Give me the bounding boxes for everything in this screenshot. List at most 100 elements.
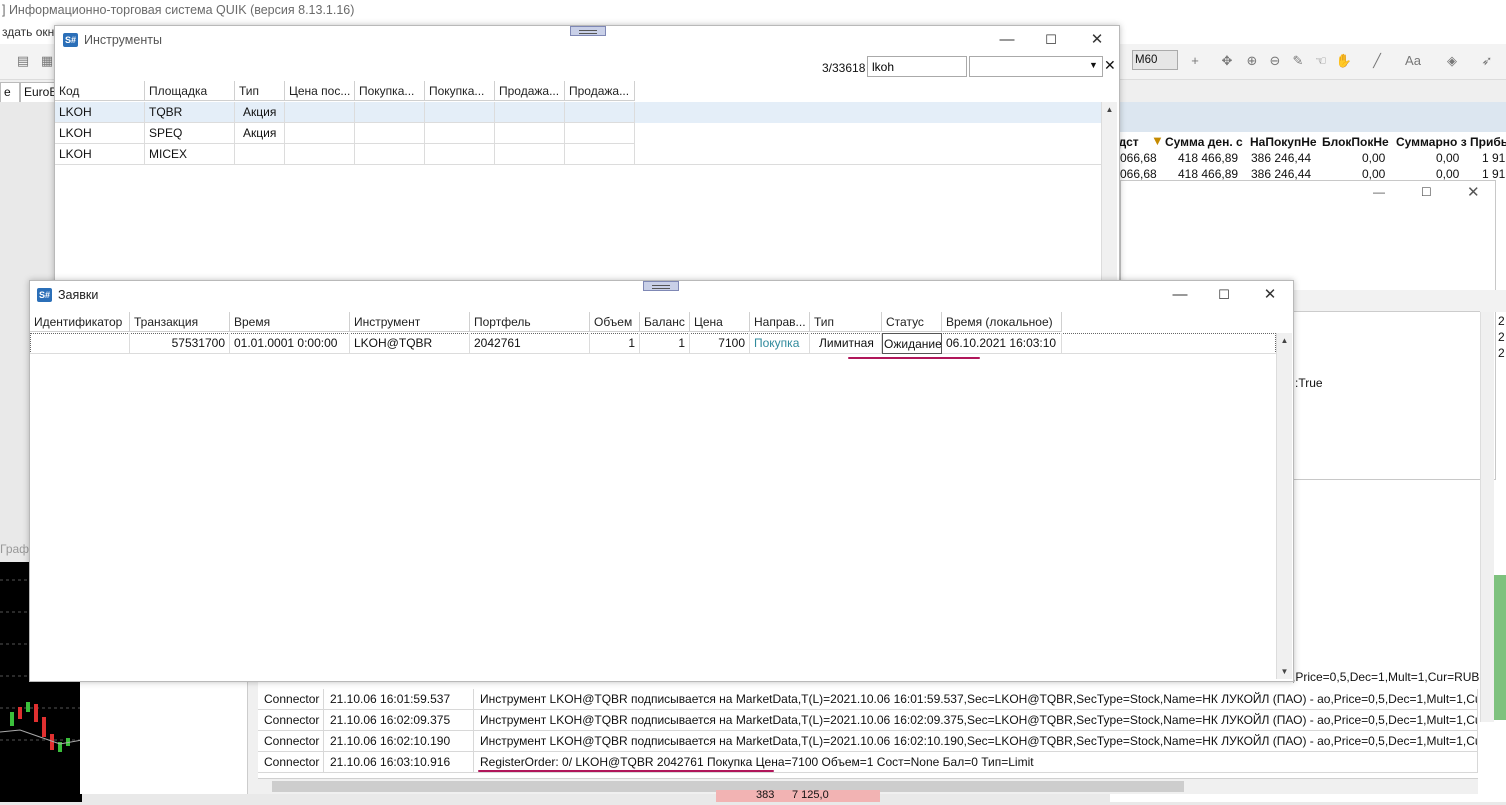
col-header[interactable]: Статус [882,312,942,332]
table-cell[interactable] [495,144,565,165]
local-time-cell[interactable]: 06.10.2021 16:03:10 [942,333,1062,354]
col-header[interactable]: Покупка... [425,81,495,101]
col-header[interactable]: Баланс [640,312,690,332]
maximize-icon[interactable]: ☐ [1421,185,1432,199]
table-cell[interactable] [355,102,425,123]
table-cell[interactable] [425,144,495,165]
col-header[interactable]: Покупка... [355,81,425,101]
close-icon[interactable]: ✕ [1467,183,1480,201]
table-cell[interactable] [285,123,355,144]
filter-combobox[interactable] [969,56,1103,77]
zoom-in-icon[interactable]: ⊕ [1243,52,1261,70]
search-input[interactable] [867,56,967,77]
orders-title-bar[interactable]: S# Заявки — ☐ ✕ [30,281,1293,309]
table-cell[interactable] [565,123,635,144]
dock-grip[interactable] [570,26,606,36]
table-cell[interactable] [425,102,495,123]
chevron-down-icon[interactable]: ▼ [1089,60,1098,70]
col-header[interactable]: Направ... [750,312,810,332]
instruments-window[interactable]: S# Инструменты — ☐ ✕ 3/33618 ▼ ✕ Код Пло… [54,25,1120,287]
scroll-up-icon[interactable]: ▲ [1279,336,1290,346]
instruments-scrollbar[interactable]: ▲ [1101,102,1117,282]
table-cell[interactable] [30,333,130,354]
status-cell[interactable]: Ожидание [882,333,942,354]
scroll-down-icon[interactable]: ▼ [1279,667,1290,677]
hand-icon[interactable]: ☜ [1312,52,1330,70]
quik-tab-0[interactable]: е [0,82,20,102]
col-header[interactable]: Тип [810,312,882,332]
volume-cell[interactable]: 1 [590,333,640,354]
chart-icon[interactable]: ▤ [14,52,32,70]
instruments-title-bar[interactable]: S# Инструменты — ☐ ✕ [55,26,1119,54]
table-cell[interactable]: TQBR [145,102,235,123]
col-header[interactable]: Объем [590,312,640,332]
grab-icon[interactable]: ✋ [1335,52,1353,70]
table-cell[interactable] [355,123,425,144]
maximize-icon[interactable]: ☐ [1212,285,1236,305]
zoom-out-icon[interactable]: ⊖ [1266,52,1284,70]
col-header[interactable]: Продажа... [495,81,565,101]
table-cell[interactable] [565,102,635,123]
bg-cell: 418 466,89 [1178,151,1239,165]
table-cell[interactable]: LKOH [55,144,145,165]
type-cell[interactable]: Лимитная [810,333,882,354]
col-header[interactable]: Время (локальное) [942,312,1062,332]
col-header[interactable]: Тип [235,81,285,101]
instrument-cell[interactable]: LKOH@TQBR [350,333,470,354]
close-icon[interactable]: ✕ [1085,30,1109,50]
col-header[interactable]: Код [55,81,145,101]
minimize-icon[interactable]: — [995,30,1019,50]
table-cell[interactable] [285,144,355,165]
orders-scrollbar[interactable]: ▲ ▼ [1276,333,1292,679]
table-cell[interactable]: SPEQ [145,123,235,144]
timeframe-select[interactable]: M60 [1132,50,1178,70]
col-header[interactable]: Время [230,312,350,332]
time-cell[interactable]: 01.01.0001 0:00:00 [230,333,350,354]
line-tool-icon[interactable]: ╱ [1368,52,1386,70]
col-header[interactable]: Инструмент [350,312,470,332]
fill-tool-icon[interactable]: ◈ [1443,52,1461,70]
col-header[interactable]: Цена пос... [285,81,355,101]
close-icon[interactable]: ✕ [1258,285,1282,305]
bg-scrollbar[interactable] [1480,312,1494,722]
col-header[interactable]: Площадка [145,81,235,101]
direction-cell[interactable]: Покупка [750,333,810,354]
move-icon[interactable]: ✥ [1218,52,1236,70]
table-cell[interactable] [565,144,635,165]
scroll-up-icon[interactable]: ▲ [1104,105,1115,115]
table-cell[interactable] [235,144,285,165]
quik-tab-1[interactable]: EuroB [20,82,56,102]
table-cell[interactable]: MICEX [145,144,235,165]
col-header[interactable]: Транзакция [130,312,230,332]
table-cell[interactable]: LKOH [55,102,145,123]
table-cell[interactable] [495,102,565,123]
col-header[interactable]: Продажа... [565,81,635,101]
dock-grip[interactable] [643,281,679,291]
transaction-cell[interactable]: 57531700 [130,333,230,354]
minimize-icon[interactable]: — [1373,185,1385,199]
log-left-scrollbar[interactable] [248,680,258,794]
table-cell[interactable]: Акция [235,123,285,144]
arrow-tool-icon[interactable]: ➶ [1478,52,1496,70]
text-tool-icon[interactable]: Aa [1404,52,1422,70]
table-cell[interactable] [495,123,565,144]
maximize-icon[interactable]: ☐ [1039,30,1063,50]
orders-window[interactable]: S# Заявки — ☐ ✕ Идентификатор Транзакция… [29,280,1294,682]
col-header[interactable]: Идентификатор [30,312,130,332]
price-cell[interactable]: 7100 [690,333,750,354]
balance-cell[interactable]: 1 [640,333,690,354]
clear-icon[interactable]: ✕ [1104,57,1116,74]
col-header[interactable]: Цена [690,312,750,332]
col-header[interactable]: Портфель [470,312,590,332]
crosshair-icon[interactable]: + [1186,52,1204,70]
minimize-icon[interactable]: — [1168,285,1192,305]
table-cell[interactable]: LKOH [55,123,145,144]
portfolio-cell[interactable]: 2042761 [470,333,590,354]
ruler-icon[interactable]: ✎ [1289,52,1307,70]
table-cell[interactable]: Акция [235,102,285,123]
table-cell[interactable] [285,102,355,123]
bg-header-3: БлокПокНе [1322,135,1389,149]
table-cell[interactable] [355,144,425,165]
table-cell[interactable] [425,123,495,144]
log-source: Connector [258,752,324,772]
